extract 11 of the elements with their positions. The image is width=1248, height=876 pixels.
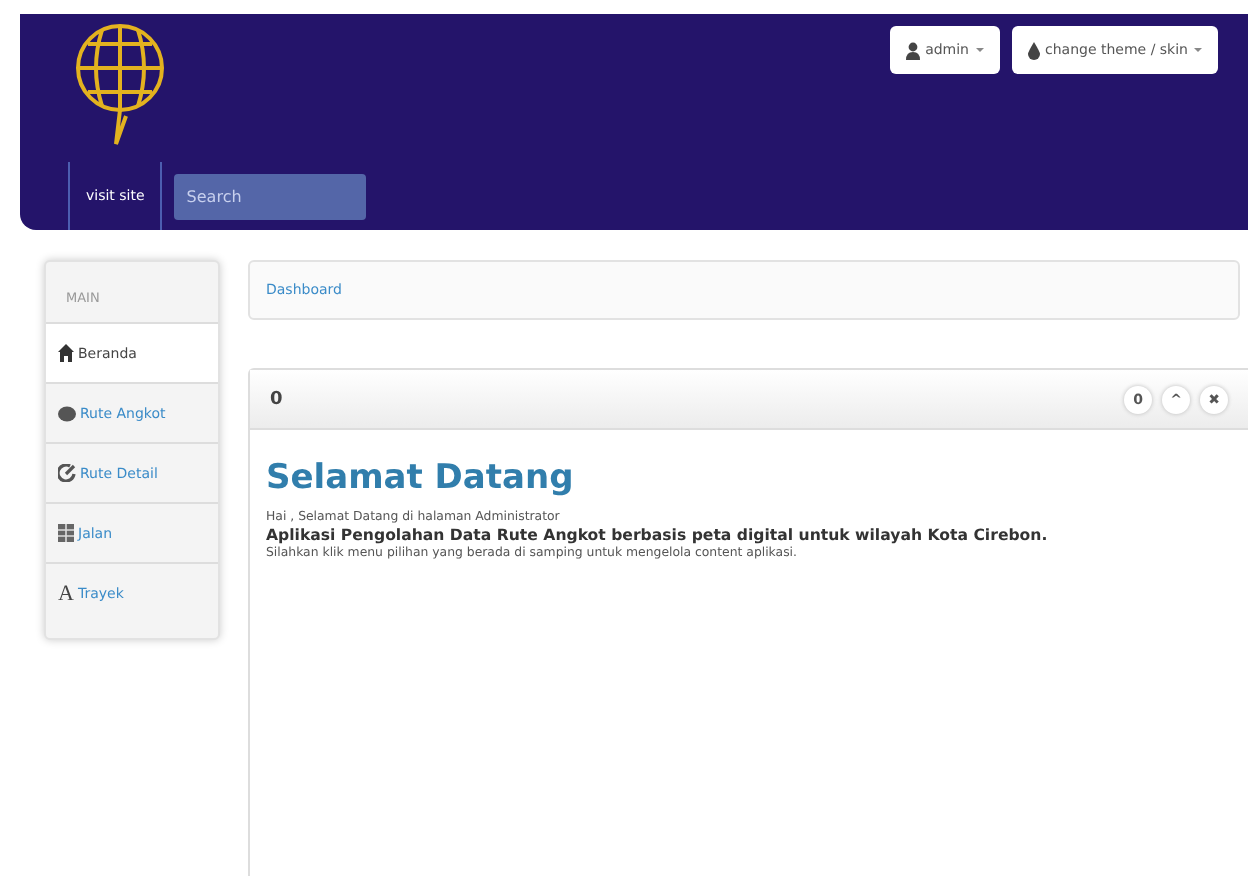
drop-icon bbox=[1027, 41, 1039, 59]
font-icon: A bbox=[58, 581, 74, 605]
table-icon bbox=[58, 524, 74, 542]
panel-header-icon: 0 bbox=[270, 389, 283, 409]
home-icon bbox=[58, 344, 74, 362]
search-field[interactable]: Search bbox=[174, 173, 367, 219]
user-icon bbox=[905, 41, 920, 59]
edit-icon bbox=[58, 464, 76, 482]
panel-title: Selamat Datang bbox=[266, 458, 576, 498]
caret-icon bbox=[1194, 48, 1202, 52]
caret-icon bbox=[975, 48, 983, 52]
